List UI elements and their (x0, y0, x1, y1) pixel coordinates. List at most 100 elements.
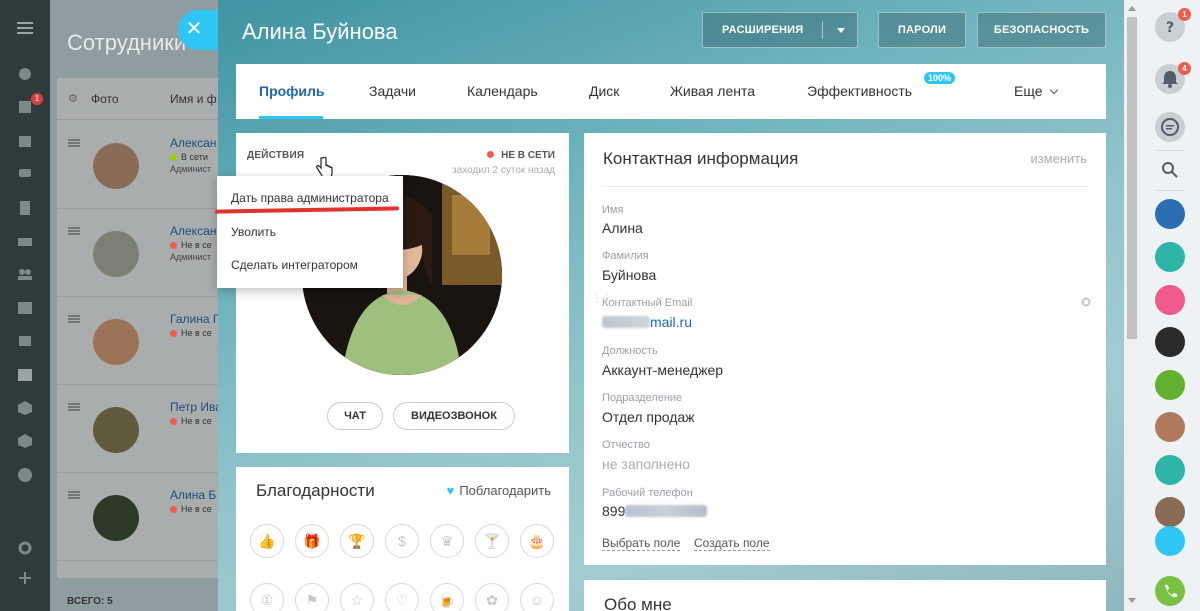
number-one-icon[interactable]: ① (250, 583, 284, 611)
tab-efficiency[interactable]: Эффективность (807, 83, 912, 99)
activity-icon[interactable] (17, 66, 33, 80)
table-row[interactable]: Алексан Не в се Админист (57, 209, 230, 297)
money-bag-icon[interactable]: $ (385, 524, 419, 558)
star-icon[interactable]: ☆ (340, 583, 374, 611)
flag-icon[interactable]: ⚑ (295, 583, 329, 611)
search-icon[interactable] (1155, 155, 1185, 185)
scroll-up-icon[interactable] (1128, 6, 1136, 11)
choose-field-link[interactable]: Выбрать поле (602, 536, 681, 551)
security-button[interactable]: БЕЗОПАСНОСТЬ (977, 12, 1106, 48)
chevron-down-circle-icon[interactable] (17, 467, 33, 482)
heart-icon: ♥ (446, 483, 455, 498)
active-tab-indicator (259, 116, 323, 119)
table-row[interactable]: Алина Б Не в се (57, 473, 230, 561)
tab-more[interactable]: Еще (1014, 83, 1058, 99)
table-row[interactable]: Галина Г Не в се (57, 297, 230, 385)
messages-icon[interactable] (1155, 112, 1185, 142)
close-slider-button[interactable]: ✕ (178, 10, 218, 50)
cube-icon[interactable] (17, 433, 33, 448)
status-badge: НЕ В СЕТИ (487, 150, 555, 161)
create-field-link[interactable]: Создать поле (694, 536, 770, 551)
heart-outline-icon[interactable]: ♡ (385, 583, 419, 611)
edit-link[interactable]: изменить (1030, 151, 1087, 166)
avatar[interactable] (1155, 327, 1185, 357)
extensions-button[interactable]: РАСШИРЕНИЯ (702, 12, 858, 48)
gear-icon[interactable] (17, 540, 33, 555)
flower-icon[interactable]: ✿ (475, 583, 509, 611)
menu-item-fire[interactable]: Уволить (231, 225, 276, 239)
plus-icon[interactable] (17, 570, 33, 584)
tab-tasks[interactable]: Задачи (369, 83, 416, 99)
thumb-up-icon[interactable]: 👍 (250, 524, 284, 558)
user-contact-icon[interactable] (1155, 412, 1185, 442)
tab-calendar[interactable]: Календарь (467, 83, 538, 99)
passwords-button[interactable]: ПАРОЛИ (878, 12, 966, 48)
employee-name[interactable]: Петр Ива (170, 400, 222, 414)
employee-name[interactable]: Галина Г (170, 312, 219, 326)
user-contact-icon[interactable] (1155, 242, 1185, 272)
avatar[interactable] (1155, 497, 1185, 527)
actions-menu: Дать права администратора Уволить Сделат… (217, 176, 403, 288)
smile-icon[interactable]: ☺ (520, 583, 554, 611)
actions-button[interactable]: ДЕЙСТВИЯ (247, 150, 304, 161)
cake-icon[interactable]: 🎂 (520, 524, 554, 558)
field-value-email[interactable]: mail.ru (602, 314, 692, 330)
employee-name[interactable]: Алина Б (170, 488, 216, 502)
tab-live-feed[interactable]: Живая лента (670, 83, 755, 99)
divider (1156, 150, 1184, 151)
scroll-down-icon[interactable] (1128, 598, 1136, 603)
video-call-button[interactable]: ВИДЕОЗВОНОК (393, 402, 515, 430)
box-icon[interactable] (17, 400, 33, 415)
table-row[interactable]: Алексан В сети Админист (57, 121, 230, 209)
gift-icon[interactable]: 🎁 (295, 524, 329, 558)
profile-slider: Алина Буйнова РАСШИРЕНИЯ ПАРОЛИ БЕЗОПАСН… (218, 0, 1124, 611)
about-card: Обо мне (584, 580, 1106, 611)
drag-handle-icon[interactable]: ⋮⋮ (592, 294, 612, 311)
phone-icon[interactable] (1155, 576, 1185, 606)
column-name: Имя и ф (170, 92, 217, 106)
chevron-down-icon[interactable] (837, 28, 845, 33)
notifications-badge: 4 (1178, 62, 1191, 75)
document-icon[interactable] (17, 200, 33, 215)
open-lines-icon[interactable] (1155, 526, 1185, 556)
chat-icon[interactable] (17, 166, 33, 180)
menu-icon[interactable] (17, 20, 33, 34)
user-contact-icon[interactable] (1155, 285, 1185, 315)
drag-handle-icon[interactable] (68, 315, 80, 323)
employee-status: Не в се (170, 328, 212, 338)
gear-icon[interactable] (1080, 296, 1092, 308)
thank-button[interactable]: ♥ Поблагодарить (447, 483, 551, 498)
crown-icon[interactable]: ♛ (430, 524, 464, 558)
user-contact-icon[interactable] (1155, 370, 1185, 400)
menu-item-make-integrator[interactable]: Сделать интегратором (231, 258, 358, 272)
drag-handle-icon[interactable] (68, 491, 80, 499)
users-icon[interactable] (17, 266, 33, 280)
group-chat-icon[interactable] (1155, 199, 1185, 229)
menu-item-grant-admin[interactable]: Дать права администратора (231, 191, 389, 205)
tab-disk[interactable]: Диск (589, 83, 619, 99)
beer-icon[interactable]: 🍺 (430, 583, 464, 611)
user-contact-icon[interactable] (1155, 455, 1185, 485)
scrollbar[interactable] (1124, 0, 1140, 611)
chat-button[interactable]: ЧАТ (327, 402, 383, 430)
scroll-thumb[interactable] (1127, 17, 1137, 339)
cup-icon[interactable]: 🏆 (340, 524, 374, 558)
drag-handle-icon[interactable] (68, 227, 80, 235)
employee-name[interactable]: Алексан (170, 136, 216, 150)
drag-handle-icon[interactable] (68, 139, 80, 147)
cocktail-icon[interactable]: 🍸 (475, 524, 509, 558)
calendar-icon[interactable] (17, 133, 33, 147)
field-label-department: Подразделение (602, 392, 683, 404)
avatar (93, 495, 139, 541)
page-title: Сотрудники (67, 30, 187, 55)
employee-status: Не в се (170, 416, 212, 426)
window-icon[interactable] (17, 300, 33, 314)
drag-handle-icon[interactable] (68, 403, 80, 411)
sites-icon[interactable] (17, 333, 33, 347)
settings-icon[interactable]: ⚙ (68, 92, 78, 105)
contacts-icon[interactable] (17, 367, 33, 381)
table-row[interactable]: Петр Ива Не в се (57, 385, 230, 473)
employee-name[interactable]: Алексан (170, 224, 216, 238)
tab-profile[interactable]: Профиль (259, 83, 325, 99)
drive-icon[interactable] (17, 233, 33, 247)
